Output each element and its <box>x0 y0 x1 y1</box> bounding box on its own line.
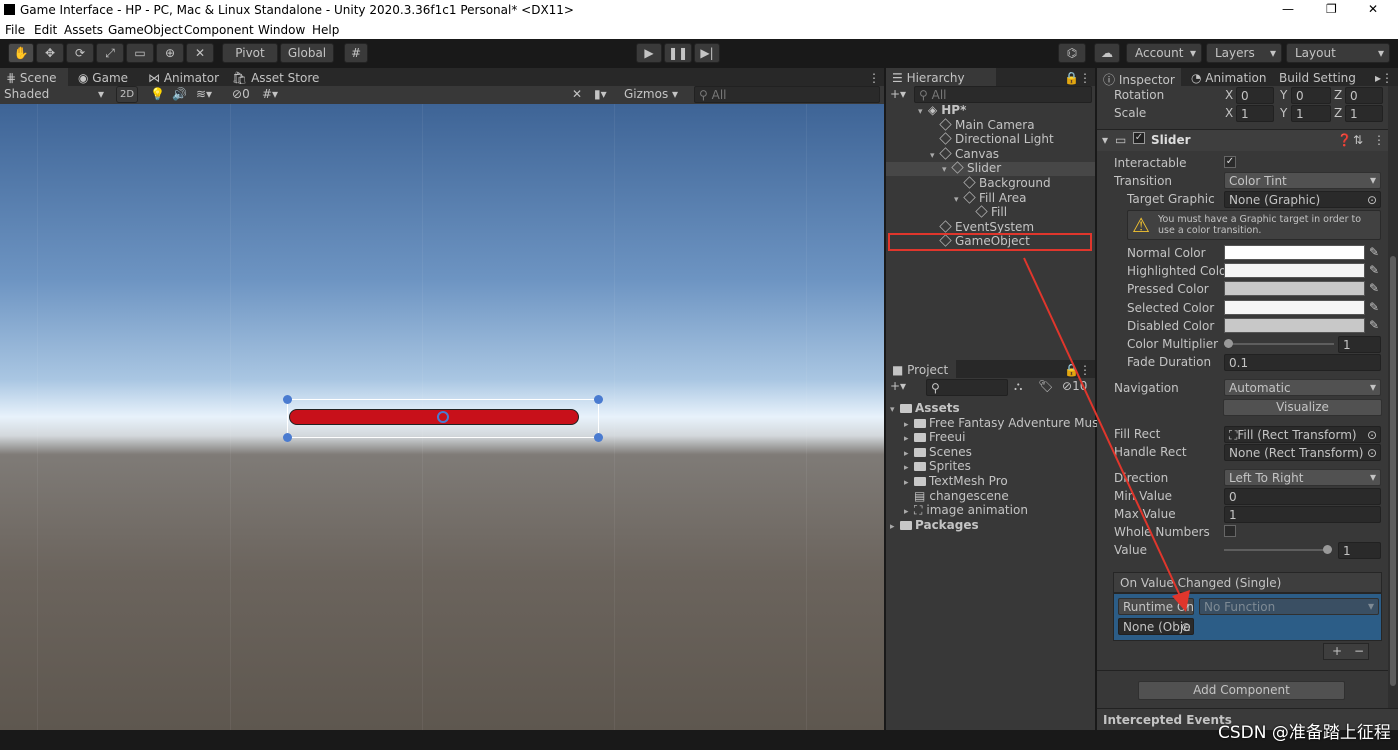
annotation-arrow <box>1023 257 1190 612</box>
watermark: CSDN @准备踏上征程 <box>1218 723 1391 743</box>
